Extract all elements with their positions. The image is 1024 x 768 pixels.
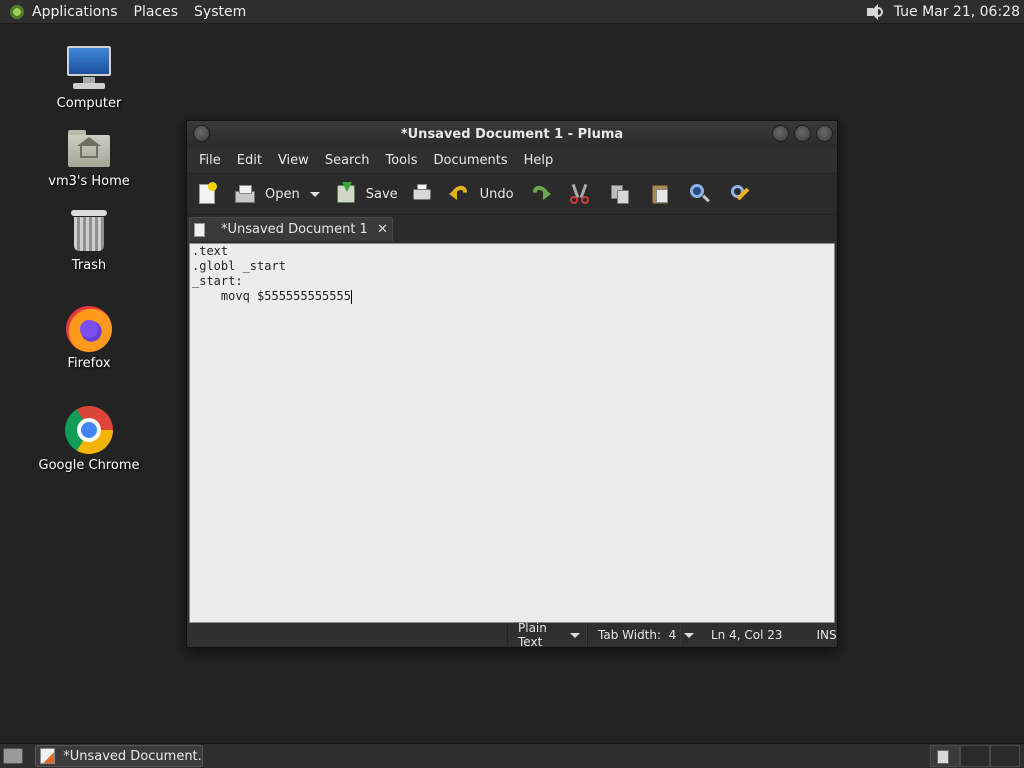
menu-file[interactable]: File: [191, 153, 229, 168]
copy-icon: [608, 182, 632, 206]
pluma-window: *Unsaved Document 1 - Pluma File Edit Vi…: [186, 120, 838, 649]
toolbar: Open Save Undo: [187, 173, 837, 215]
editor-line: .globl _start: [192, 259, 286, 273]
save-button[interactable]: Save: [334, 177, 398, 211]
chevron-down-icon: [309, 191, 320, 197]
text-cursor: [350, 289, 352, 304]
desktop-icon-trash[interactable]: Trash: [34, 208, 144, 273]
desktop-icon-home[interactable]: vm3's Home: [34, 128, 144, 189]
save-icon: [334, 182, 358, 206]
open-recent-dropdown[interactable]: [300, 177, 324, 211]
taskbar-label: *Unsaved Document...: [63, 748, 202, 764]
window-menu-icon[interactable]: [193, 125, 210, 142]
cursor-position: Ln 4, Col 23: [711, 628, 783, 642]
chrome-icon: [65, 406, 113, 454]
scissors-icon: [568, 182, 592, 206]
tab-close-icon[interactable]: ✕: [377, 222, 388, 237]
trash-icon: [69, 208, 109, 254]
redo-button[interactable]: [528, 177, 552, 211]
bottom-panel: *Unsaved Document...: [0, 743, 1024, 768]
tab-width-label: Tab Width: 4: [598, 628, 677, 642]
search-icon: [688, 182, 712, 206]
editor-line: .text: [192, 244, 229, 258]
text-file-icon: [194, 222, 205, 237]
close-icon[interactable]: [816, 125, 833, 142]
editor-line: _start:: [192, 274, 243, 288]
chevron-down-icon: [684, 632, 695, 638]
workspace-3[interactable]: [990, 745, 1020, 767]
cut-button[interactable]: [568, 177, 592, 211]
save-label: Save: [365, 186, 398, 202]
tab-label: *Unsaved Document 1: [221, 222, 368, 237]
tab-unsaved-document-1[interactable]: *Unsaved Document 1 ✕: [189, 217, 393, 241]
tab-width-selector[interactable]: Tab Width: 4: [587, 624, 695, 646]
volume-icon[interactable]: [864, 3, 884, 21]
desktop-icon-label: Firefox: [67, 356, 111, 371]
new-button[interactable]: [195, 177, 219, 211]
menu-tools[interactable]: Tools: [377, 153, 425, 168]
workspace-switcher: [930, 745, 1020, 767]
places-menu[interactable]: Places: [134, 4, 179, 20]
undo-button[interactable]: Undo: [447, 177, 514, 211]
menu-view[interactable]: View: [270, 153, 317, 168]
workspace-2[interactable]: [960, 745, 990, 767]
window-titlebar[interactable]: *Unsaved Document 1 - Pluma: [187, 121, 837, 147]
undo-icon: [447, 182, 472, 206]
mate-logo-icon[interactable]: [8, 2, 26, 21]
applications-menu[interactable]: Applications: [32, 4, 118, 20]
system-menu[interactable]: System: [194, 4, 246, 20]
replace-button[interactable]: [728, 177, 752, 211]
desktop-icon-label: Computer: [56, 96, 122, 111]
menu-search[interactable]: Search: [317, 153, 378, 168]
clock[interactable]: Tue Mar 21, 06:28: [894, 4, 1020, 20]
menubar: File Edit View Search Tools Documents He…: [187, 147, 837, 173]
menu-documents[interactable]: Documents: [426, 153, 516, 168]
find-button[interactable]: [688, 177, 712, 211]
language-label: Plain Text: [518, 621, 547, 649]
print-icon: [410, 182, 434, 206]
editor-line-current: movq $555555555555: [190, 289, 834, 304]
editor-line-text: movq $555555555555: [192, 289, 351, 303]
open-button[interactable]: Open: [233, 177, 300, 211]
desktop-icon-label: Trash: [71, 258, 107, 273]
workspace-1[interactable]: [930, 745, 960, 767]
find-replace-icon: [728, 182, 752, 206]
computer-icon: [65, 44, 113, 92]
insert-mode: INS: [816, 628, 837, 642]
maximize-icon[interactable]: [794, 125, 811, 142]
paste-icon: [648, 182, 672, 206]
desktop-icon-firefox[interactable]: Firefox: [34, 306, 144, 371]
new-document-icon: [195, 182, 219, 206]
top-panel: Applications Places System Tue Mar 21, 0…: [0, 0, 1024, 24]
text-editor-icon: [40, 748, 56, 764]
minimize-icon[interactable]: [772, 125, 789, 142]
language-selector[interactable]: Plain Text: [507, 621, 587, 649]
redo-icon: [528, 182, 552, 206]
open-folder-icon: [233, 182, 257, 206]
window-title: *Unsaved Document 1 - Pluma: [400, 126, 624, 142]
menu-edit[interactable]: Edit: [229, 153, 270, 168]
taskbar-button-pluma[interactable]: *Unsaved Document...: [35, 745, 203, 767]
text-editor[interactable]: .text .globl _start _start: movq $555555…: [189, 243, 835, 623]
chevron-down-icon: [570, 632, 580, 638]
desktop-icon-computer[interactable]: Computer: [34, 44, 144, 111]
desktop-icon-label: vm3's Home: [48, 174, 130, 189]
show-desktop-icon[interactable]: [3, 748, 23, 764]
desktop-icon-label: Google Chrome: [38, 458, 140, 473]
menu-help[interactable]: Help: [516, 153, 562, 168]
paste-button[interactable]: [648, 177, 672, 211]
statusbar: Plain Text Tab Width: 4 Ln 4, Col 23 INS: [187, 621, 837, 649]
open-label: Open: [265, 186, 300, 202]
document-tabbar: *Unsaved Document 1 ✕: [187, 215, 837, 241]
print-button[interactable]: [410, 177, 434, 211]
desktop-icon-chrome[interactable]: Google Chrome: [34, 406, 144, 473]
copy-button[interactable]: [608, 177, 632, 211]
home-folder-icon: [66, 128, 112, 170]
firefox-icon: [66, 306, 112, 352]
undo-label: Undo: [479, 186, 514, 202]
